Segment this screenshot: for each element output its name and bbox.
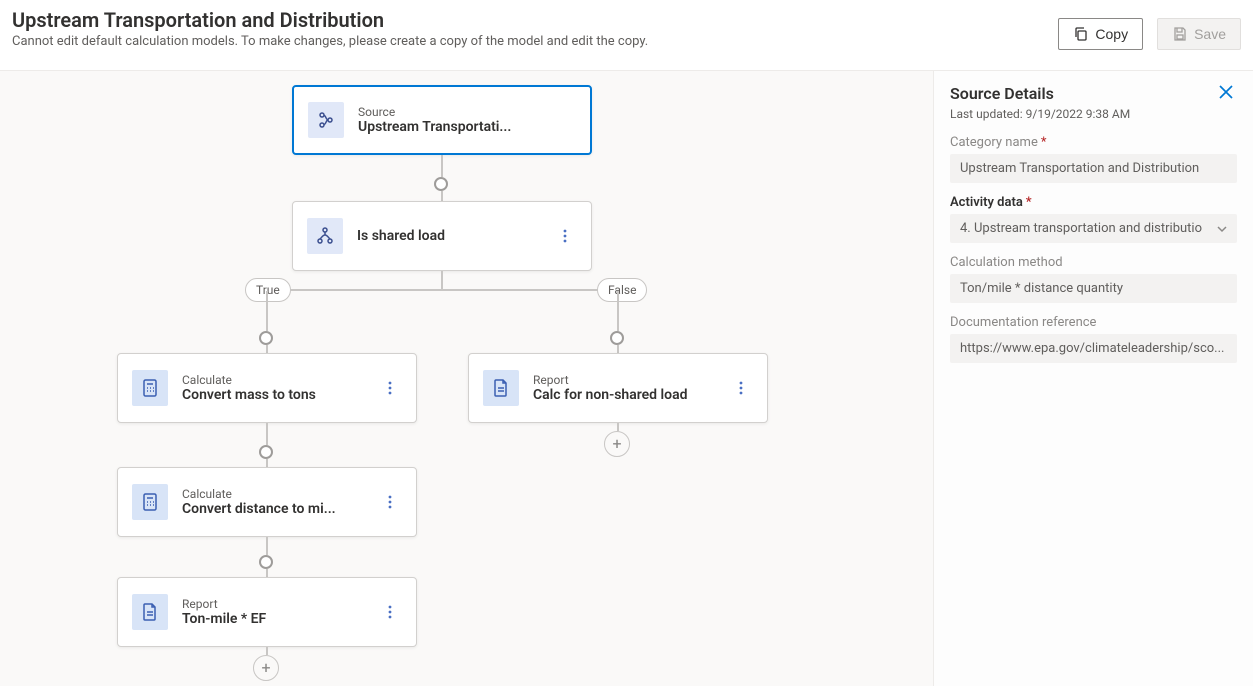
branch-icon [307, 218, 343, 254]
node-calc-mass-title: Convert mass to tons [182, 387, 364, 403]
calculate-icon [132, 370, 168, 406]
close-icon [1217, 83, 1235, 101]
node-report-nonshared-more[interactable] [729, 376, 753, 400]
node-calc-distance-type: Calculate [182, 487, 364, 501]
page-title: Upstream Transportation and Distribution [12, 8, 1241, 32]
add-node-button[interactable]: + [253, 655, 279, 681]
page-header: Upstream Transportation and Distribution… [12, 8, 1241, 68]
save-button-label: Save [1194, 26, 1226, 42]
method-value: Ton/mile * distance quantity [950, 274, 1237, 303]
node-source-type: Source [358, 105, 576, 119]
node-report-tonmile-more[interactable] [378, 600, 402, 624]
save-icon [1172, 26, 1188, 42]
more-vertical-icon [557, 228, 573, 244]
activity-select[interactable]: 4. Upstream transportation and distribut… [950, 214, 1237, 243]
copy-button-label: Copy [1095, 26, 1128, 42]
node-calc-mass-type: Calculate [182, 373, 364, 387]
copy-icon [1073, 26, 1089, 42]
page-subtitle: Cannot edit default calculation models. … [12, 34, 1241, 49]
method-label: Calculation method [950, 255, 1237, 270]
activity-label: Activity data* [950, 195, 1237, 210]
port [434, 177, 448, 191]
more-vertical-icon [382, 380, 398, 396]
category-value: Upstream Transportation and Distribution [950, 154, 1237, 183]
node-report-tonmile-title: Ton-mile * EF [182, 611, 364, 627]
copy-button[interactable]: Copy [1058, 18, 1143, 50]
node-branch-title: Is shared load [357, 228, 539, 244]
report-icon [132, 594, 168, 630]
node-branch-more[interactable] [553, 224, 577, 248]
more-vertical-icon [382, 604, 398, 620]
calculate-icon [132, 484, 168, 520]
node-report-tonmile[interactable]: Report Ton-mile * EF [117, 577, 417, 647]
add-node-button[interactable]: + [604, 431, 630, 457]
node-calc-mass[interactable]: Calculate Convert mass to tons [117, 353, 417, 423]
close-panel-button[interactable] [1217, 83, 1237, 103]
node-calc-distance[interactable]: Calculate Convert distance to mi... [117, 467, 417, 537]
node-calc-mass-more[interactable] [378, 376, 402, 400]
node-report-nonshared-title: Calc for non-shared load [533, 387, 715, 403]
node-report-tonmile-type: Report [182, 597, 364, 611]
port [259, 555, 273, 569]
panel-last-updated: Last updated: 9/19/2022 9:38 AM [950, 107, 1237, 121]
node-report-nonshared[interactable]: Report Calc for non-shared load [468, 353, 768, 423]
more-vertical-icon [733, 380, 749, 396]
flow-canvas[interactable]: Source Upstream Transportati... Is share… [0, 70, 933, 686]
doc-label: Documentation reference [950, 315, 1237, 330]
source-icon [308, 102, 344, 138]
details-panel: Source Details Last updated: 9/19/2022 9… [933, 70, 1253, 686]
report-icon [483, 370, 519, 406]
branch-false-label: False [597, 278, 647, 302]
node-calc-distance-more[interactable] [378, 490, 402, 514]
node-source[interactable]: Source Upstream Transportati... [292, 85, 592, 155]
panel-title: Source Details [950, 84, 1054, 103]
node-report-nonshared-type: Report [533, 373, 715, 387]
doc-value: https://www.epa.gov/climateleadership/sc… [950, 334, 1237, 363]
port [610, 331, 624, 345]
node-branch[interactable]: Is shared load [292, 201, 592, 271]
node-calc-distance-title: Convert distance to mi... [182, 501, 364, 517]
port [259, 445, 273, 459]
category-label: Category name* [950, 135, 1237, 150]
save-button: Save [1157, 18, 1241, 50]
more-vertical-icon [382, 494, 398, 510]
port [259, 331, 273, 345]
node-source-title: Upstream Transportati... [358, 119, 576, 135]
